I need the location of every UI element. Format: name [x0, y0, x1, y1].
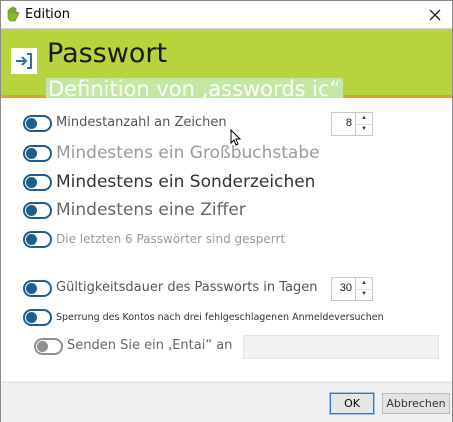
- toggle-knob: [26, 148, 37, 159]
- label-lockout: Sperrung des Kontos nach drei fehlgeschl…: [56, 312, 384, 323]
- toggle-lockout[interactable]: [23, 309, 52, 326]
- toggle-knob: [26, 312, 37, 323]
- label-send: Senden Sie ein ‚Entai“ an: [67, 338, 233, 353]
- toggle-knob: [26, 118, 37, 129]
- label-history: Die letzten 6 Passwörter sind gesperrt: [56, 232, 286, 246]
- page-subtitle: Definition von ‚asswords ic“: [46, 77, 343, 101]
- validity-value: 30: [339, 282, 352, 294]
- label-validity: Gültigkeitsdauer des Passworts in Tagen: [56, 280, 318, 295]
- cancel-button[interactable]: Abbrechen: [382, 393, 450, 414]
- window-title: Edition: [25, 7, 70, 22]
- close-icon[interactable]: [424, 4, 446, 26]
- toggle-knob: [26, 234, 37, 245]
- label-uppercase: Mindestens ein Großbuchstabe: [56, 143, 320, 163]
- toggle-special[interactable]: [23, 174, 52, 191]
- dialog-window: Edition Passwort Definition von ‚assword…: [0, 0, 453, 422]
- label-special: Mindestens ein Sonderzeichen: [56, 172, 316, 192]
- toggle-uppercase[interactable]: [23, 145, 52, 162]
- label-min-chars: Mindestanzahl an Zeichen: [56, 115, 227, 130]
- page-title: Passwort: [47, 38, 168, 69]
- export-icon: [11, 48, 37, 74]
- send-recipient-input[interactable]: [243, 335, 439, 359]
- min-chars-stepper[interactable]: 8 ▲ ▼: [331, 112, 373, 136]
- validity-stepper[interactable]: 30 ▲ ▼: [331, 277, 373, 301]
- stepper-arrows: ▲ ▼: [355, 113, 372, 135]
- toggle-send[interactable]: [34, 338, 63, 355]
- toggle-knob: [26, 283, 37, 294]
- title-bar[interactable]: Edition: [1, 1, 452, 29]
- mouse-cursor-icon: [230, 129, 242, 146]
- toggle-knob: [37, 341, 48, 352]
- min-chars-value: 8: [345, 117, 352, 129]
- chevron-down-icon[interactable]: ▼: [356, 289, 372, 300]
- chevron-down-icon[interactable]: ▼: [356, 124, 372, 135]
- label-digit: Mindestens eine Ziffer: [56, 200, 246, 220]
- toggle-knob: [26, 177, 37, 188]
- hand-icon: [7, 6, 20, 22]
- toggle-knob: [26, 205, 37, 216]
- toggle-validity[interactable]: [23, 280, 52, 297]
- stepper-arrows: ▲ ▼: [355, 278, 372, 300]
- toggle-history[interactable]: [23, 231, 52, 248]
- ok-button[interactable]: OK: [329, 392, 375, 415]
- toggle-min-chars[interactable]: [23, 115, 52, 132]
- toggle-digit[interactable]: [23, 202, 52, 219]
